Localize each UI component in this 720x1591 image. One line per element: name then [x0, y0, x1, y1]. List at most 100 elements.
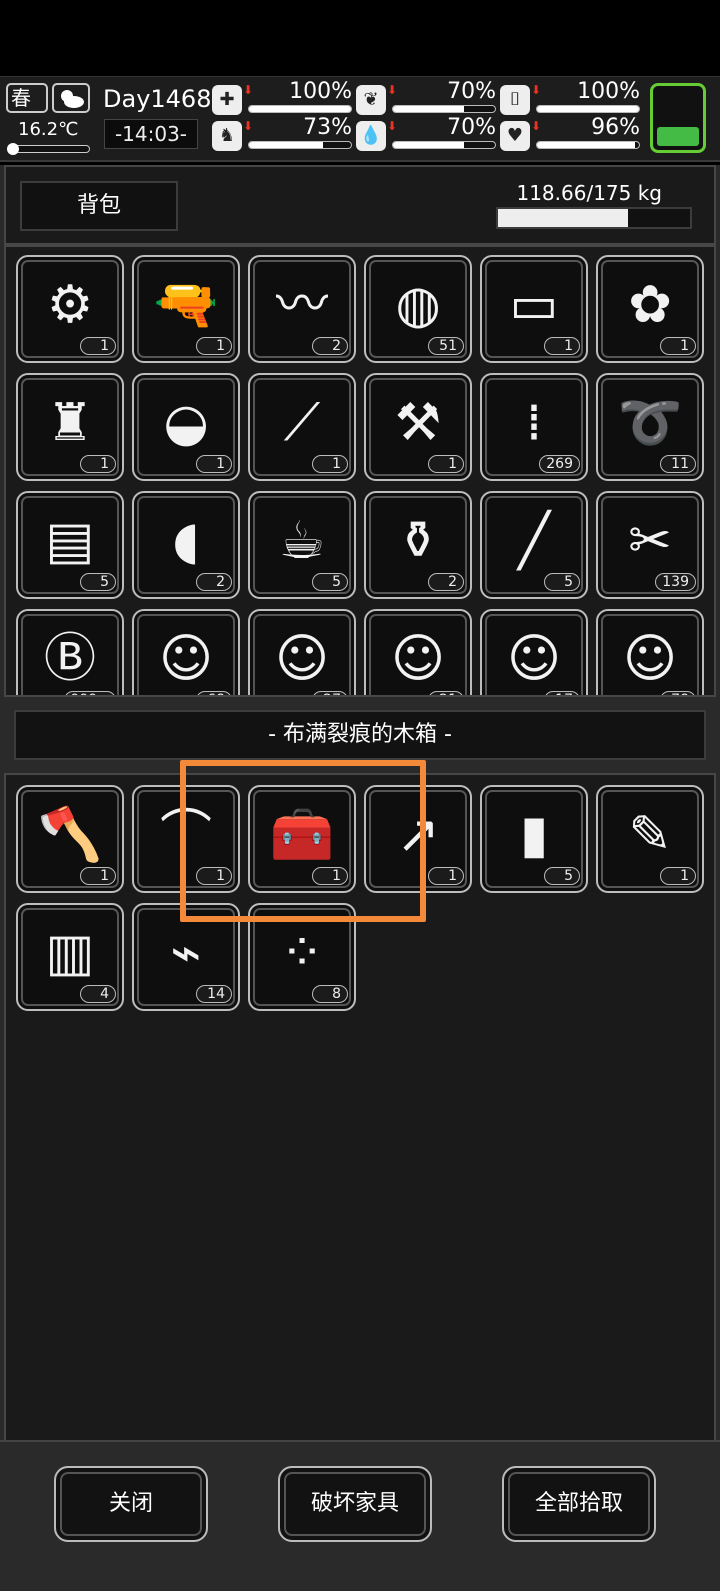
item-count: 14 — [196, 985, 232, 1003]
health-bar — [248, 105, 352, 113]
item-count: 269 — [539, 455, 580, 473]
mechanical-arm-icon: ⚙ — [46, 275, 94, 335]
item-slot[interactable]: ◍ 51 — [364, 255, 472, 363]
item-slot[interactable]: ✎ 1 — [596, 785, 704, 893]
temperature-gauge — [7, 143, 90, 155]
item-count: 2 — [312, 337, 348, 355]
item-slot[interactable]: ▮ 5 — [480, 785, 588, 893]
container-grid: 🪓 1 ⌒ 1 🧰 1 ↗ 1 ▮ 5 ✎ 1 ▥ 4 ⌁ 14 ⁘ 8 — [16, 785, 704, 1011]
item-slot[interactable]: ⚱ 2 — [364, 491, 472, 599]
item-count: 4 — [80, 985, 116, 1003]
item-slot[interactable]: ⚒ 1 — [364, 373, 472, 481]
item-slot[interactable]: ⚙ 1 — [16, 255, 124, 363]
backpack-header: 背包 118.66/175 kg — [4, 165, 716, 245]
portrait-ticket-icon: ☺ — [622, 629, 678, 689]
item-slot[interactable]: ◖ 2 — [132, 491, 240, 599]
mood-value: 96% — [591, 115, 640, 140]
item-slot[interactable]: 🔫 1 — [132, 255, 240, 363]
item-count: 139 — [655, 573, 696, 591]
item-count: 2 — [428, 573, 464, 591]
hunger-bar — [392, 105, 496, 113]
toolbox-icon: 🧰 — [269, 805, 335, 865]
energy-value: 100% — [577, 79, 640, 104]
backpack-grid: ⚙ 1 🔫 1 〰 2 ◍ 51 ▭ 1 ✿ 1 ♜ 1 ◒ 1 ⟋ 1 ⚒ 1 ⁞ 269 ➰ 11 ▤ 5 ◖ 2 ☕ 5 ⚱ 2 ╱ 5 ✂ 1… — [16, 255, 704, 695]
crate-icon: ▭ — [509, 275, 559, 335]
decrease-arrow-icon: ⬇ — [243, 119, 254, 133]
decrease-arrow-icon: ⬇ — [531, 119, 542, 133]
battery-icon — [650, 83, 706, 153]
item-count: 1 — [660, 867, 696, 885]
item-slot[interactable]: ☺ 68 — [132, 609, 240, 695]
item-count: 1 — [80, 867, 116, 885]
item-count: 5 — [312, 573, 348, 591]
backpack-grid-panel: ⚙ 1 🔫 1 〰 2 ◍ 51 ▭ 1 ✿ 1 ♜ 1 ◒ 1 ⟋ 1 ⚒ 1 ⁞ 269 ➰ 11 ▤ 5 ◖ 2 ☕ 5 ⚱ 2 ╱ 5 ✂ 1… — [4, 245, 716, 697]
item-slot[interactable]: ☺ 17 — [480, 609, 588, 695]
armor-icon: ♜ — [46, 393, 94, 453]
hunger-value: 70% — [447, 79, 496, 104]
ticket-icon: ✂ — [628, 511, 672, 571]
item-count: 1 — [196, 867, 232, 885]
stamina-icon: ♞ — [212, 121, 242, 151]
item-slot[interactable]: ✿ 1 — [596, 255, 704, 363]
shovel-icon: ⟋ — [283, 393, 321, 453]
item-slot[interactable]: ☺ 27 — [248, 609, 356, 695]
item-slot[interactable]: ▥ 4 — [16, 903, 124, 1011]
item-count: 1 — [196, 455, 232, 473]
item-slot[interactable]: ☺ 78 — [596, 609, 704, 695]
bullets-icon: ⁞ — [525, 393, 543, 453]
item-slot[interactable]: ☺ 21 — [364, 609, 472, 695]
item-slot[interactable]: ▤ 5 — [16, 491, 124, 599]
season-indicator: 春 — [6, 83, 48, 113]
item-count: 5 — [544, 573, 580, 591]
bottle-icon: ⚱ — [396, 511, 440, 571]
take-all-button[interactable]: 全部拾取 — [502, 1466, 656, 1542]
item-slot[interactable]: Ⓑ 999+ — [16, 609, 124, 695]
screwdriver-icon: ✎ — [628, 805, 672, 865]
item-slot[interactable]: ↗ 1 — [364, 785, 472, 893]
item-slot[interactable]: ╱ 5 — [480, 491, 588, 599]
item-count: 78 — [660, 691, 696, 695]
thirst-value: 70% — [447, 115, 496, 140]
item-slot[interactable]: ➰ 11 — [596, 373, 704, 481]
item-count: 1 — [428, 455, 464, 473]
stat-mood: ♥ ⬇ 96% — [500, 115, 640, 155]
item-slot[interactable]: ⟋ 1 — [248, 373, 356, 481]
destroy-furniture-button[interactable]: 破坏家具 — [278, 1466, 432, 1542]
stick-icon: ╱ — [518, 511, 550, 571]
item-slot[interactable]: ☕ 5 — [248, 491, 356, 599]
weight-bar — [496, 207, 692, 229]
day-counter: Day1468 — [103, 85, 212, 113]
item-count: 1 — [312, 867, 348, 885]
item-slot[interactable]: 🪓 1 — [16, 785, 124, 893]
item-count: 5 — [80, 573, 116, 591]
net-icon: ◍ — [395, 275, 441, 335]
item-slot[interactable]: ⁘ 8 — [248, 903, 356, 1011]
thirst-bar — [392, 141, 496, 149]
stamina-bar — [248, 141, 352, 149]
close-button[interactable]: 关闭 — [54, 1466, 208, 1542]
energy-icon: ⌷ — [500, 85, 530, 115]
item-slot[interactable]: ⌒ 1 — [132, 785, 240, 893]
item-slot[interactable]: ♜ 1 — [16, 373, 124, 481]
item-slot[interactable]: 〰 2 — [248, 255, 356, 363]
item-slot[interactable]: 🧰 1 — [248, 785, 356, 893]
hunger-icon: ❦ — [356, 85, 386, 115]
mood-bar — [536, 141, 640, 149]
bow-icon: ⌒ — [159, 805, 212, 865]
item-slot[interactable]: ⁞ 269 — [480, 373, 588, 481]
pellets-icon: ⁘ — [280, 923, 324, 983]
backpack-tab[interactable]: 背包 — [20, 181, 178, 231]
item-count: 27 — [312, 691, 348, 695]
thirst-icon: 💧 — [356, 121, 386, 151]
item-slot[interactable]: ✂ 139 — [596, 491, 704, 599]
item-slot[interactable]: ▭ 1 — [480, 255, 588, 363]
game-clock: -14:03- — [104, 119, 198, 149]
coffee-icon: ☕ — [278, 511, 326, 571]
item-count: 1 — [80, 455, 116, 473]
item-slot[interactable]: ⌁ 14 — [132, 903, 240, 1011]
red-gun-icon: 🔫 — [153, 275, 219, 335]
portrait-ticket-icon: ☺ — [390, 629, 446, 689]
health-value: 100% — [289, 79, 352, 104]
helmet-icon: ◒ — [163, 393, 209, 453]
item-slot[interactable]: ◒ 1 — [132, 373, 240, 481]
